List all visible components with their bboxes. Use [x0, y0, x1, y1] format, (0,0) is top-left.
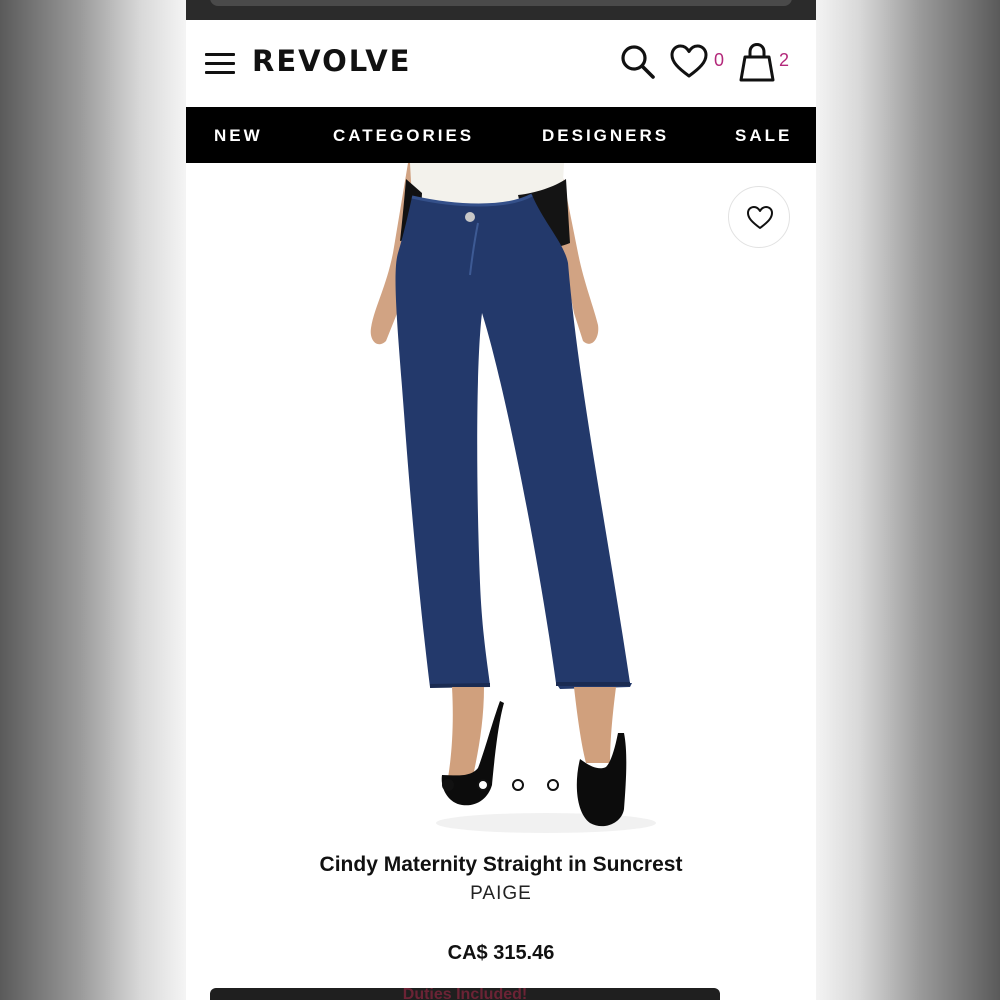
- nav-sale[interactable]: SALE: [735, 107, 792, 163]
- heart-icon: [747, 206, 773, 229]
- favorite-button[interactable]: [728, 186, 790, 248]
- product-price: CA$ 315.46: [447, 942, 555, 964]
- site-logo[interactable]: REVOLVE: [252, 44, 411, 78]
- menu-icon[interactable]: [205, 53, 235, 75]
- main-nav: NEW CATEGORIES DESIGNERS SALE: [186, 107, 816, 163]
- bag-count: 2: [779, 50, 790, 70]
- nav-new[interactable]: NEW: [214, 107, 263, 163]
- address-bar[interactable]: [210, 0, 792, 6]
- carousel-dot[interactable]: [442, 779, 454, 791]
- phone-screen: REVOLVE 0 2 NEW CATEGORIES DESIGNERS SAL…: [186, 0, 816, 1000]
- carousel-dot[interactable]: [477, 779, 489, 791]
- duties-banner: Duties Included!: [210, 988, 720, 1000]
- heart-icon[interactable]: [670, 44, 708, 80]
- product-image[interactable]: [186, 163, 816, 843]
- carousel-dot[interactable]: [512, 779, 524, 791]
- duties-text: Duties Included!: [402, 988, 528, 1000]
- browser-bar: [186, 0, 816, 20]
- wishlist-count: 0: [714, 50, 725, 70]
- nav-categories[interactable]: CATEGORIES: [333, 107, 474, 163]
- carousel-dot[interactable]: [547, 779, 559, 791]
- product-title: Cindy Maternity Straight in Suncrest: [319, 853, 683, 876]
- shopping-bag-icon[interactable]: [737, 41, 777, 83]
- search-icon[interactable]: [618, 42, 658, 82]
- site-header: REVOLVE 0 2: [186, 20, 816, 107]
- nav-designers[interactable]: DESIGNERS: [542, 107, 669, 163]
- product-brand[interactable]: PAIGE: [186, 883, 816, 905]
- jeans: [395, 195, 632, 689]
